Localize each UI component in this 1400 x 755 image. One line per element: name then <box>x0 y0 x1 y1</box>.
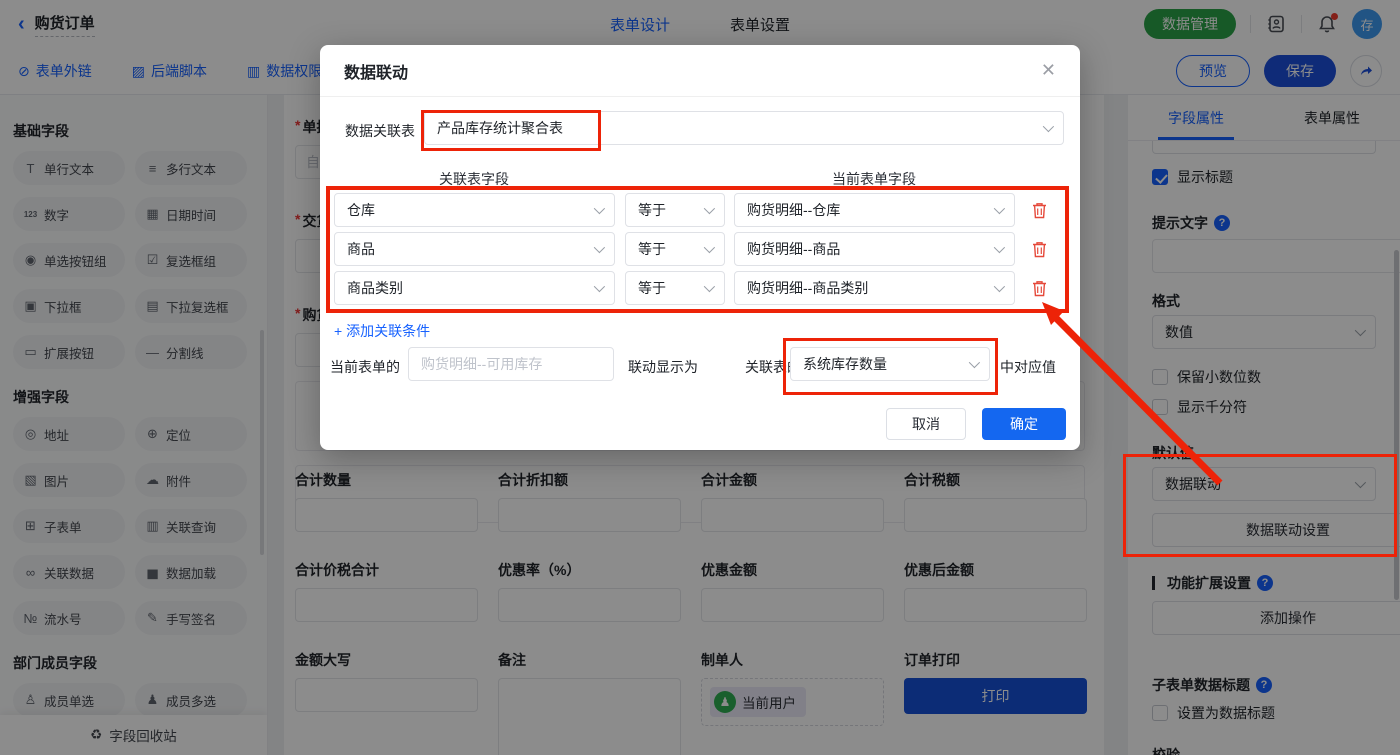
chevron-down-icon <box>968 356 981 369</box>
chevron-down-icon <box>993 241 1006 254</box>
relation-table-select[interactable]: 产品库存统计聚合表 <box>424 111 1064 145</box>
form-field-select[interactable]: 购货明细--商品类别 <box>734 271 1015 305</box>
column-header-relation-field: 关联表字段 <box>439 171 509 187</box>
cancel-button[interactable]: 取消 <box>886 408 966 440</box>
chevron-down-icon <box>993 280 1006 293</box>
chevron-down-icon <box>703 202 716 215</box>
close-icon[interactable]: ✕ <box>1041 60 1056 81</box>
data-linkage-modal: 数据联动 ✕ 数据关联表 产品库存统计聚合表 关联表字段 当前表单字段 仓库 等… <box>320 45 1080 450</box>
form-field-select[interactable]: 购货明细--商品 <box>734 232 1015 266</box>
chevron-down-icon <box>703 280 716 293</box>
current-form-field-input: 购货明细--可用库存 <box>408 347 614 381</box>
form-field-select[interactable]: 购货明细--仓库 <box>734 193 1015 227</box>
chevron-down-icon <box>1042 120 1055 133</box>
chevron-down-icon <box>593 202 606 215</box>
condition-row: 仓库 等于 购货明细--仓库 <box>334 193 1047 227</box>
relation-field-select[interactable]: 仓库 <box>334 193 615 227</box>
relation-table-label: 数据关联表 <box>345 123 415 139</box>
link-display-label: 联动显示为 <box>628 359 698 375</box>
chevron-down-icon <box>593 241 606 254</box>
operator-select[interactable]: 等于 <box>625 193 725 227</box>
add-condition-link[interactable]: + 添加关联条件 <box>334 321 430 341</box>
suffix-label: 中对应值 <box>1000 359 1056 375</box>
relation-field-select[interactable]: 商品 <box>334 232 615 266</box>
confirm-button[interactable]: 确定 <box>982 408 1066 440</box>
modal-title: 数据联动 <box>344 64 409 82</box>
form-designer-page: ‹ 购货订单 表单设计 表单设置 数据管理 存 ⊘ 表单外链 ▨ 后端脚本 ▥ … <box>0 0 1400 755</box>
delete-condition-icon[interactable] <box>1032 241 1047 258</box>
operator-select[interactable]: 等于 <box>625 271 725 305</box>
chevron-down-icon <box>703 241 716 254</box>
chevron-down-icon <box>593 280 606 293</box>
delete-condition-icon[interactable] <box>1032 280 1047 297</box>
current-form-prefix: 当前表单的 <box>330 359 400 375</box>
operator-select[interactable]: 等于 <box>625 232 725 266</box>
chevron-down-icon <box>993 202 1006 215</box>
condition-row: 商品 等于 购货明细--商品 <box>334 232 1047 266</box>
delete-condition-icon[interactable] <box>1032 202 1047 219</box>
condition-row: 商品类别 等于 购货明细--商品类别 <box>334 271 1047 305</box>
column-header-form-field: 当前表单字段 <box>832 171 916 187</box>
relation-field-select[interactable]: 商品类别 <box>334 271 615 305</box>
relation-value-field-select[interactable]: 系统库存数量 <box>790 347 990 381</box>
